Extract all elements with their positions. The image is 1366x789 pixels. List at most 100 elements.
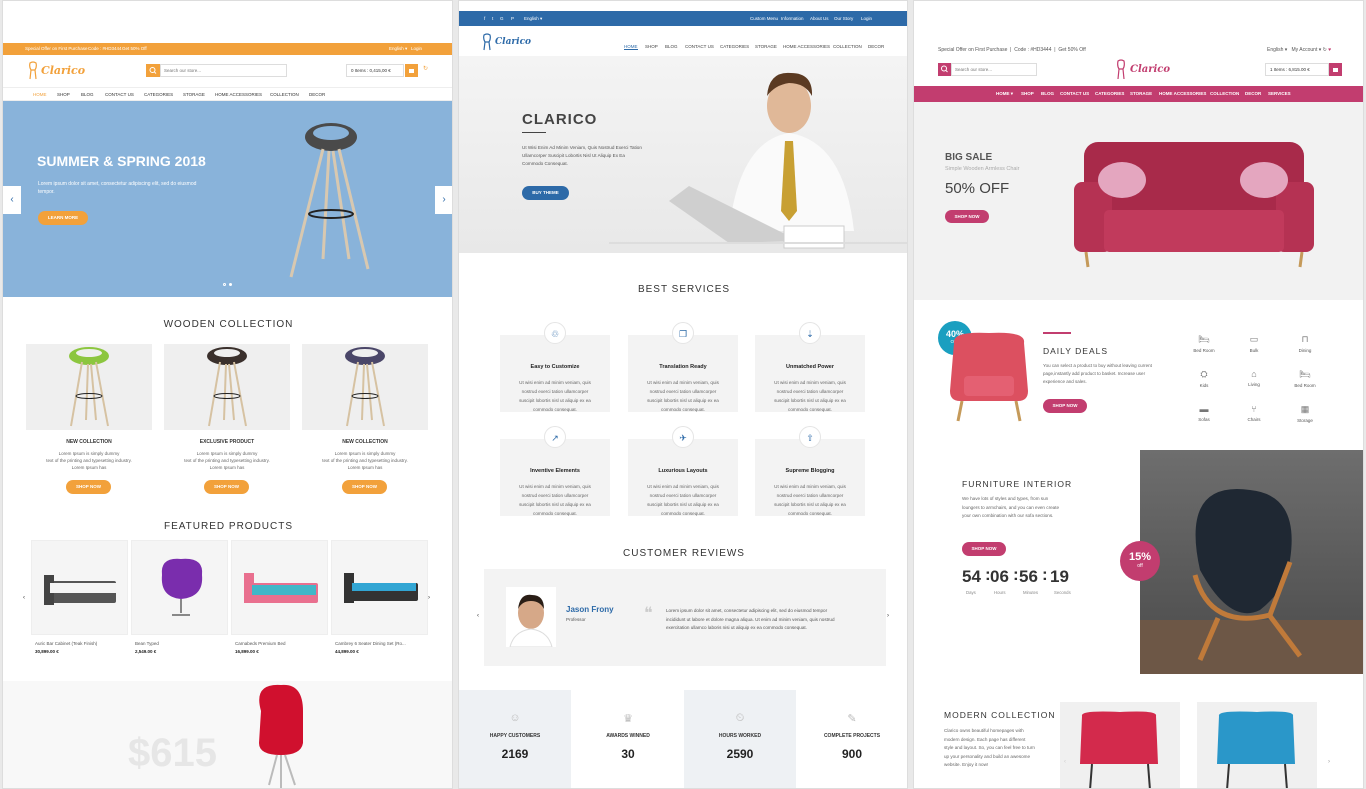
topbar-link[interactable]: Information	[781, 16, 804, 21]
nav-categories[interactable]: CATEGORIES	[1095, 91, 1124, 96]
nav-shop[interactable]: SHOP	[57, 92, 70, 97]
slider-dot-active[interactable]	[229, 283, 232, 286]
product-card[interactable]	[231, 540, 328, 635]
buy-theme-button[interactable]: BUY THEME	[522, 186, 569, 200]
pinterest-icon[interactable]: P	[511, 16, 514, 21]
account-menu[interactable]: My Account ▾	[1291, 47, 1321, 53]
nav-collection[interactable]: COLLECTION	[1210, 91, 1239, 96]
nav-home-accessories[interactable]: HOME ACCESSORIES	[783, 44, 830, 49]
slider-dot[interactable]	[223, 283, 226, 286]
interior-shop-now-button[interactable]: SHOP NOW	[962, 542, 1006, 556]
nav-home[interactable]: HOME ▾	[996, 91, 1013, 97]
nav-home[interactable]: HOME	[33, 92, 47, 97]
login-link[interactable]: Login	[861, 16, 872, 21]
facebook-icon[interactable]: f	[484, 16, 485, 21]
nav-storage[interactable]: STORAGE	[1130, 91, 1152, 96]
category-item[interactable]: 🛏 Bed Room	[1189, 334, 1219, 353]
nav-decor[interactable]: DECOR	[1245, 91, 1261, 96]
collection-image-box[interactable]	[164, 344, 290, 430]
category-icon: ▬	[1199, 404, 1209, 414]
hero-banner: BIG SALE Simple Wooden Armless Chair 50%…	[914, 102, 1363, 300]
collection-image-box[interactable]	[26, 344, 152, 430]
nav-storage[interactable]: STORAGE	[183, 92, 205, 97]
nav-blog[interactable]: BLOG	[1041, 91, 1054, 96]
product-name[interactable]: Cambrey 6 Seater Dining Set (Ro...	[335, 641, 427, 646]
category-item[interactable]: ▦ Storage	[1290, 404, 1320, 423]
deals-shop-now-button[interactable]: SHOP NOW	[1043, 399, 1087, 413]
topbar-link[interactable]: Custom Menu	[750, 16, 778, 21]
modern-product-card[interactable]	[1060, 702, 1180, 788]
nav-services[interactable]: SERVICES	[1268, 91, 1291, 96]
shop-now-button[interactable]: SHOP NOW	[945, 210, 989, 223]
shop-now-button[interactable]: SHOP NOW	[66, 480, 111, 494]
topbar-link[interactable]: About Us	[810, 16, 829, 21]
collection-image-box[interactable]	[302, 344, 428, 430]
login-link[interactable]: Login	[411, 43, 422, 55]
nav-home[interactable]: HOME	[624, 44, 638, 50]
reviews-next-icon[interactable]: ›	[887, 613, 889, 619]
product-name[interactable]: Auric Bar Cabinet (Teak Finish)	[35, 641, 127, 646]
category-item[interactable]: ⑂ Chairs	[1239, 404, 1269, 422]
product-card[interactable]	[131, 540, 228, 635]
category-item[interactable]: ▬ Sofas	[1189, 404, 1219, 422]
logo-text[interactable]: Clarico	[41, 64, 85, 77]
cart-icon[interactable]	[1329, 63, 1342, 76]
featured-prev-icon[interactable]: ‹	[23, 595, 25, 601]
nav-home-accessories[interactable]: HOME ACCESSORIES	[215, 92, 262, 97]
nav-decor[interactable]: DECOR	[868, 44, 884, 49]
category-item[interactable]: ⌂ Living	[1239, 369, 1269, 387]
nav-storage[interactable]: STORAGE	[755, 44, 777, 49]
cart-summary[interactable]: 1 Items : 6,815.00 €	[1265, 63, 1329, 76]
product-card[interactable]	[331, 540, 428, 635]
search-icon[interactable]	[146, 64, 160, 77]
search-input[interactable]	[951, 63, 1037, 76]
refresh-icon[interactable]: ↻	[1323, 47, 1327, 53]
nav-contact[interactable]: CONTACT US	[105, 92, 134, 97]
reviews-prev-icon[interactable]: ‹	[477, 613, 479, 619]
learn-more-button[interactable]: LEARN MORE	[38, 211, 88, 225]
nav-contact[interactable]: CONTACT US	[685, 44, 714, 49]
nav-blog[interactable]: BLOG	[665, 44, 678, 49]
shop-now-button[interactable]: SHOP NOW	[342, 480, 387, 494]
nav-home-accessories[interactable]: HOME ACCESSORIES	[1159, 91, 1206, 96]
modern-next-icon[interactable]: ›	[1328, 759, 1330, 765]
search-input[interactable]	[160, 64, 287, 77]
category-icon: ▭	[1249, 334, 1259, 344]
nav-collection[interactable]: COLLECTION	[833, 44, 862, 49]
heart-icon[interactable]: ♥	[1328, 47, 1331, 53]
product-name[interactable]: Carnabeds Premium Bed	[235, 641, 327, 646]
shop-now-button[interactable]: SHOP NOW	[204, 480, 249, 494]
product-name[interactable]: Bean Typed	[135, 641, 227, 646]
language-select[interactable]: English ▾	[389, 43, 407, 55]
nav-shop[interactable]: SHOP	[645, 44, 658, 49]
nav-blog[interactable]: BLOG	[81, 92, 94, 97]
category-item[interactable]: ⊓ Dining	[1290, 334, 1320, 353]
language-select[interactable]: English ▾	[1267, 47, 1287, 53]
logo-text[interactable]: Clarico	[1130, 64, 1170, 75]
category-item[interactable]: ⛭ Kids	[1189, 369, 1219, 388]
nav-collection[interactable]: COLLECTION	[270, 92, 299, 97]
google-icon[interactable]: G	[500, 16, 504, 21]
slider-next-icon[interactable]: ›	[435, 186, 452, 214]
product-card[interactable]	[31, 540, 128, 635]
cart-icon[interactable]	[405, 64, 418, 77]
refresh-icon[interactable]: ↻	[423, 65, 428, 72]
slider-prev-icon[interactable]: ‹	[3, 186, 21, 214]
modern-product-card[interactable]	[1197, 702, 1317, 788]
nav-shop[interactable]: SHOP	[1021, 91, 1034, 96]
topbar-link[interactable]: Our Story	[834, 16, 853, 21]
modern-prev-icon[interactable]: ‹	[1064, 759, 1066, 765]
language-select[interactable]: English ▾	[524, 16, 542, 22]
category-item[interactable]: ▭ Bulk	[1239, 334, 1269, 353]
logo-text[interactable]: Clarico	[495, 37, 531, 47]
twitter-icon[interactable]: t	[492, 16, 493, 21]
nav-categories[interactable]: CATEGORIES	[144, 92, 173, 97]
cart-summary[interactable]: 0 Items : 0,415,00 €	[346, 64, 404, 77]
nav-decor[interactable]: DECOR	[309, 92, 325, 97]
nav-categories[interactable]: CATEGORIES	[720, 44, 749, 49]
search-icon[interactable]	[938, 63, 951, 76]
nav-contact[interactable]: CONTACT US	[1060, 91, 1089, 96]
category-item[interactable]: 🛏 Bed Room	[1290, 369, 1320, 388]
code-text: Code : #HD3444	[88, 46, 122, 51]
service-text-line: nostrud exerci tation ullamcorper	[649, 389, 717, 394]
